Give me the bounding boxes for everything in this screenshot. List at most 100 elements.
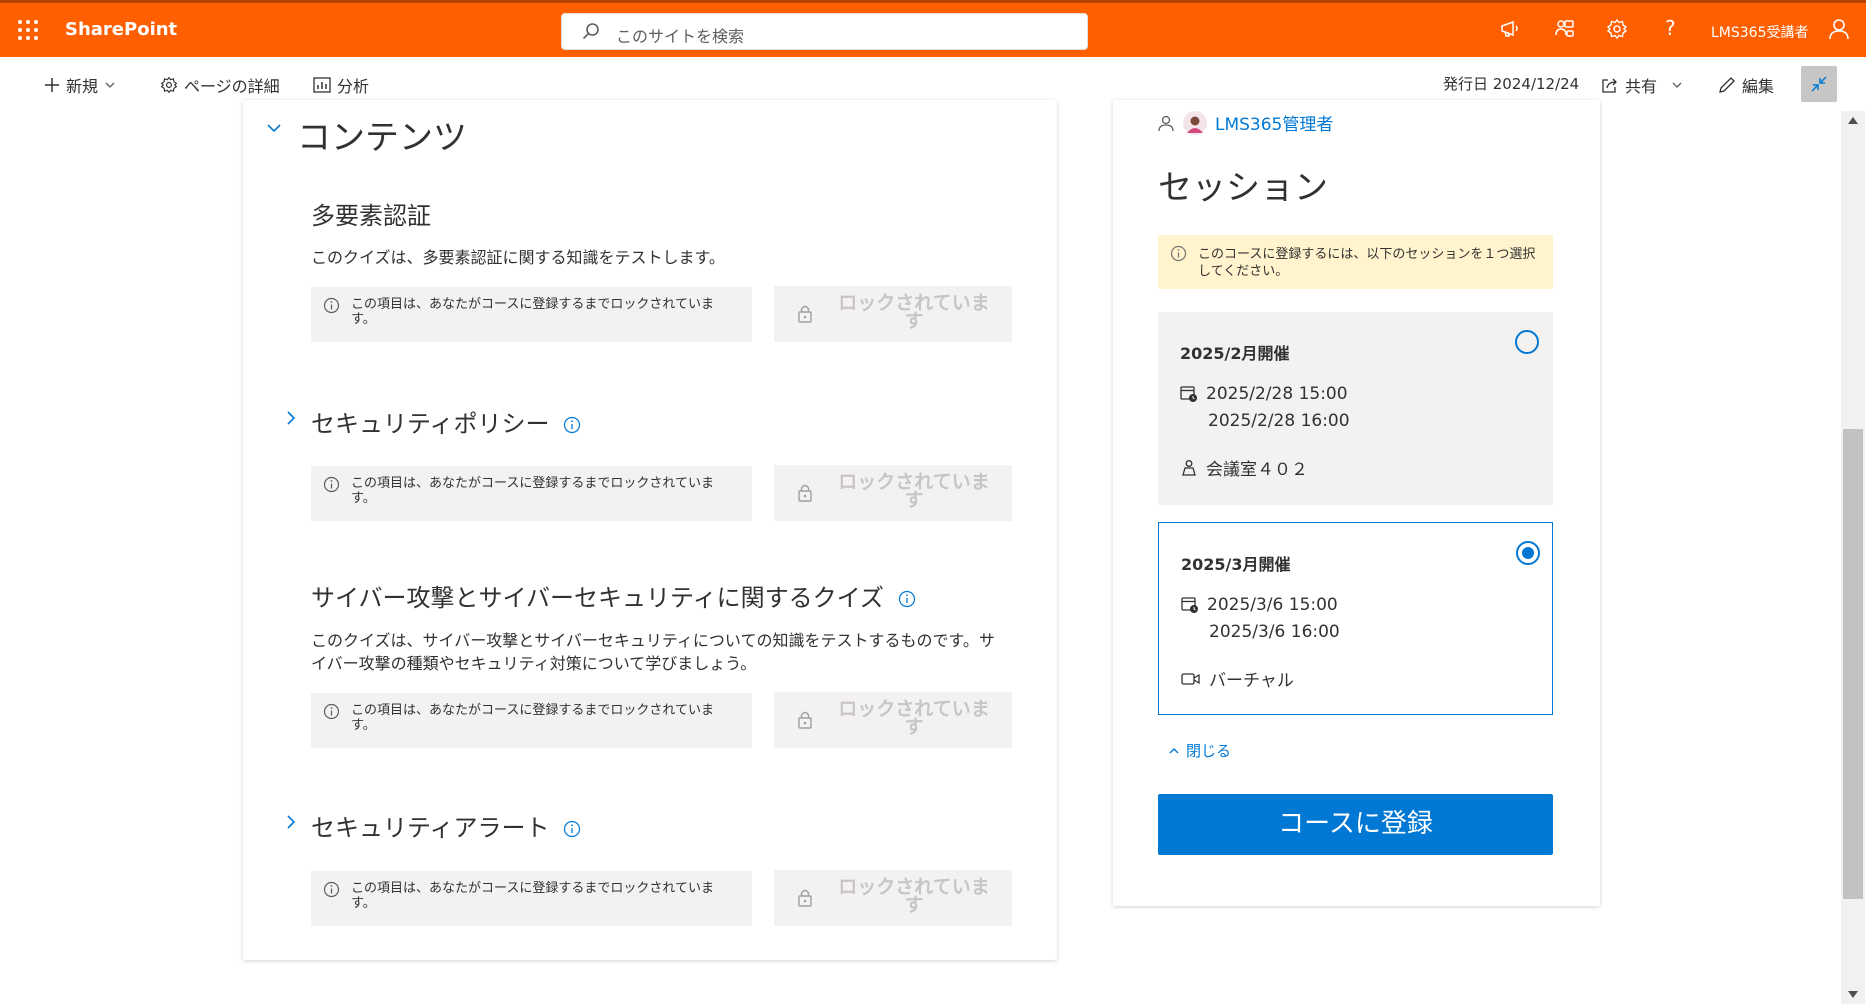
session-option[interactable]: 2025/3月開催 2025/3/6 15:00 2025/3/6 16:00 … — [1158, 522, 1553, 715]
author-name: LMS365管理者 — [1215, 115, 1334, 135]
item-title-text: セキュリティポリシー — [311, 410, 550, 438]
user-avatar-icon[interactable] — [1828, 18, 1850, 40]
share-icon — [1602, 78, 1617, 93]
scroll-down-arrow-icon[interactable] — [1848, 991, 1858, 998]
contents-title: コンテンツ — [297, 118, 467, 158]
scrollbar-thumb[interactable] — [1843, 429, 1863, 899]
published-label: 発行日 2024/12/24 — [1443, 75, 1580, 93]
session-start-text: 2025/3/6 15:00 — [1207, 595, 1338, 615]
lock-info-text: この項目は、あなたがコースに登録するまでロックされています。 — [351, 881, 714, 911]
session-notice: このコースに登録するには、以下のセッションを１つ選択してください。 — [1158, 235, 1553, 289]
published-date: 発行日 2024/12/24 — [1443, 73, 1579, 94]
search-placeholder: このサイトを検索 — [616, 27, 745, 46]
lock-info-text: この項目は、あなたがコースに登録するまでロックされています。 — [351, 703, 714, 733]
avatar — [1183, 110, 1207, 135]
session-radio[interactable] — [1516, 541, 1540, 565]
chevron-right-icon[interactable] — [285, 814, 297, 830]
close-link[interactable]: 閉じる — [1168, 740, 1231, 761]
session-name: 2025/3月開催 — [1181, 555, 1291, 574]
new-label: 新規 — [66, 77, 99, 96]
session-start: 2025/2/28 15:00 — [1180, 384, 1348, 404]
locked-button: ロックされています — [774, 870, 1012, 926]
chevron-down-icon[interactable] — [266, 122, 282, 134]
session-radio[interactable] — [1515, 330, 1539, 354]
locked-label: ロックされています — [838, 698, 990, 738]
lock-info-box: この項目は、あなたがコースに登録するまでロックされています。 — [311, 693, 752, 748]
lock-info-box: この項目は、あなたがコースに登録するまでロックされています。 — [311, 466, 752, 521]
locked-button: ロックされています — [774, 286, 1012, 342]
search-icon — [582, 23, 599, 40]
locked-button: ロックされています — [774, 692, 1012, 748]
page-details-button[interactable]: ページの詳細 — [160, 73, 280, 97]
session-location-text: 会議室４０２ — [1206, 460, 1308, 480]
analytics-button[interactable]: 分析 — [313, 73, 369, 97]
item-title-security-alert[interactable]: セキュリティアラート — [311, 808, 581, 843]
item-title-security-policy[interactable]: セキュリティポリシー — [311, 404, 581, 439]
collapse-button[interactable] — [1801, 66, 1837, 102]
app-launcher-icon[interactable] — [18, 20, 38, 40]
suite-bar: SharePoint このサイトを検索 ? LMS365受講者 — [0, 0, 1866, 57]
session-start-text: 2025/2/28 15:00 — [1206, 384, 1348, 404]
locked-label: ロックされています — [838, 876, 990, 916]
analytics-label: 分析 — [337, 77, 370, 96]
session-location: バーチャル — [1181, 666, 1294, 691]
locked-label: ロックされています — [838, 292, 990, 332]
lock-info-box: この項目は、あなたがコースに登録するまでロックされています。 — [311, 871, 752, 926]
item-description: このクイズは、サイバー攻撃とサイバーセキュリティについての知識をテストするもので… — [311, 631, 995, 673]
item-title-cyber-quiz: サイバー攻撃とサイバーセキュリティに関するクイズ — [311, 578, 916, 613]
video-icon — [1181, 672, 1200, 685]
calendar-clock-icon — [1181, 597, 1198, 613]
item-title-text: セキュリティアラート — [311, 814, 550, 842]
enroll-button[interactable]: コースに登録 — [1158, 794, 1553, 855]
collapse-arrows-icon — [1811, 76, 1827, 92]
people-connect-icon[interactable] — [1553, 18, 1575, 40]
session-option[interactable]: 2025/2月開催 2025/2/28 15:00 2025/2/28 16:0… — [1158, 312, 1553, 505]
item-title-text: サイバー攻撃とサイバーセキュリティに関するクイズ — [311, 584, 884, 612]
help-icon[interactable]: ? — [1665, 16, 1676, 40]
chevron-down-icon — [105, 82, 115, 88]
settings-gear-icon[interactable] — [1606, 18, 1628, 40]
info-icon[interactable] — [898, 590, 916, 608]
page-details-label: ページの詳細 — [184, 77, 280, 96]
megaphone-icon[interactable] — [1499, 18, 1521, 40]
info-icon — [323, 881, 340, 898]
scroll-up-arrow-icon[interactable] — [1848, 117, 1858, 124]
plus-icon — [45, 78, 59, 92]
search-box[interactable]: このサイトを検索 — [561, 13, 1088, 50]
session-location-text: バーチャル — [1209, 671, 1294, 691]
info-icon[interactable] — [563, 820, 581, 838]
chevron-up-icon — [1169, 747, 1179, 753]
session-end: 2025/2/28 16:00 — [1208, 411, 1350, 431]
edit-label: 編集 — [1742, 77, 1775, 96]
notice-text: このコースに登録するには、以下のセッションを１つ選択してください。 — [1198, 247, 1536, 279]
user-name[interactable]: LMS365受講者 — [1711, 22, 1809, 42]
share-button[interactable]: 共有 — [1601, 73, 1683, 97]
lock-info-text: この項目は、あなたがコースに登録するまでロックされています。 — [351, 297, 714, 327]
edit-button[interactable]: 編集 — [1718, 73, 1774, 97]
item-description: このクイズは、多要素認証に関する知識をテストします。 — [311, 248, 725, 267]
analytics-chart-icon — [313, 77, 331, 93]
person-icon — [1158, 115, 1174, 131]
app-name[interactable]: SharePoint — [65, 19, 177, 40]
session-name: 2025/2月開催 — [1180, 344, 1290, 363]
session-end: 2025/3/6 16:00 — [1209, 622, 1340, 642]
lock-info-box: この項目は、あなたがコースに登録するまでロックされています。 — [311, 287, 752, 342]
chevron-down-icon — [1672, 82, 1682, 88]
locked-label: ロックされています — [838, 471, 990, 511]
info-icon — [1170, 245, 1187, 262]
session-start: 2025/3/6 15:00 — [1181, 595, 1338, 615]
lock-icon — [798, 889, 812, 907]
lock-info-text: この項目は、あなたがコースに登録するまでロックされています。 — [351, 476, 714, 506]
share-label: 共有 — [1625, 77, 1658, 96]
scrollbar[interactable] — [1841, 111, 1865, 1004]
settings-gear-icon — [160, 76, 178, 94]
new-button[interactable]: 新規 — [44, 73, 116, 97]
chevron-right-icon[interactable] — [285, 410, 297, 426]
lock-icon — [798, 484, 812, 502]
info-icon — [323, 297, 340, 314]
author[interactable]: LMS365管理者 — [1157, 110, 1333, 135]
item-title-mfa: 多要素認証 — [311, 202, 431, 230]
info-icon[interactable] — [563, 416, 581, 434]
locked-button: ロックされています — [774, 465, 1012, 521]
lock-icon — [798, 711, 812, 729]
